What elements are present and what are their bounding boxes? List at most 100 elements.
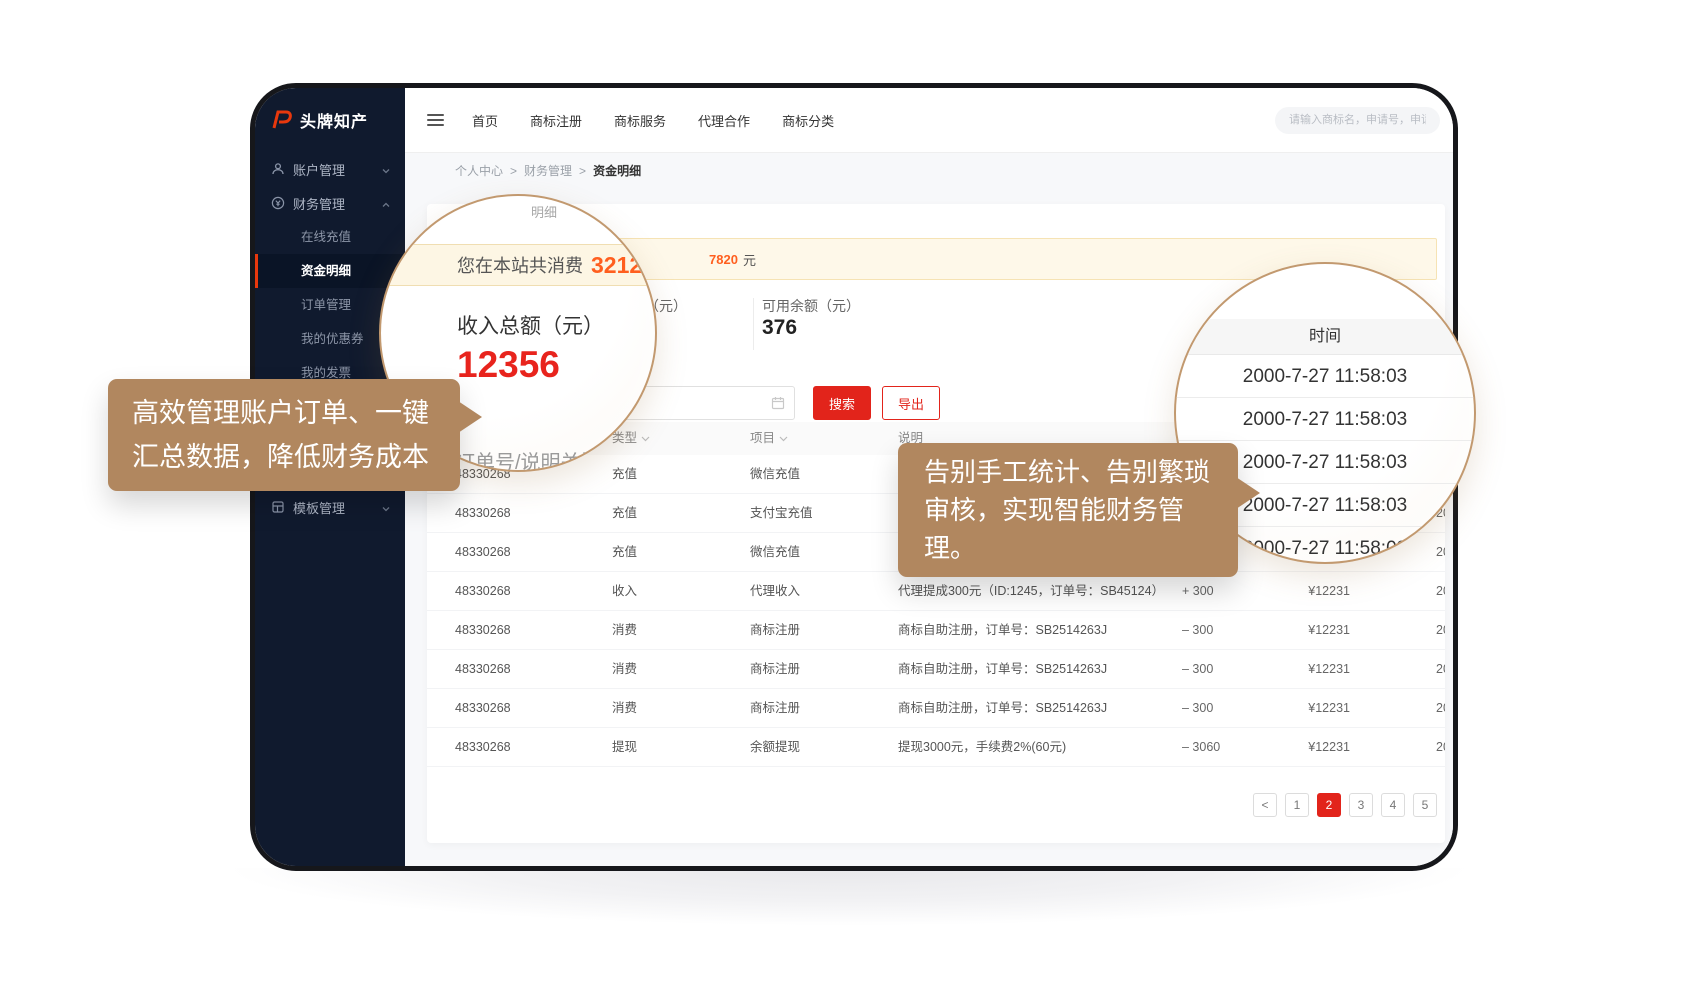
breadcrumb-item[interactable]: 个人中心 xyxy=(455,162,503,179)
lens-banner-text: 您在本站共消费 xyxy=(457,252,583,278)
pagination-page-3[interactable]: 3 xyxy=(1349,793,1373,817)
lens-income-label: 收入总额（元） xyxy=(457,310,604,340)
tab-agency[interactable]: 代理合作 xyxy=(698,111,750,130)
pagination-page-4[interactable]: 4 xyxy=(1381,793,1405,817)
table-cell-type: 充值 xyxy=(612,455,750,493)
available-balance-value: 376 xyxy=(762,316,797,340)
header-project[interactable]: 项目 xyxy=(750,422,898,455)
chevron-up-icon xyxy=(381,198,391,208)
table-cell-project: 商标注册 xyxy=(750,650,898,688)
search-button[interactable]: 搜索 xyxy=(813,386,871,420)
sidebar-sub-label: 在线充值 xyxy=(301,230,351,244)
sidebar-item-label: 模板管理 xyxy=(293,498,373,517)
table-row: 48330268消费商标注册商标自助注册，订单号：SB2514263J– 300… xyxy=(427,689,1445,728)
lens-income-value: 12356 xyxy=(457,344,560,386)
stat-divider xyxy=(753,298,754,350)
export-button[interactable]: 导出 xyxy=(882,386,940,420)
template-icon xyxy=(271,500,285,514)
tooltip-left: 高效管理账户订单、一键 汇总数据，降低财务成本 xyxy=(108,379,460,491)
table-cell-time: 2000-7-27 11:58:03 xyxy=(1350,572,1445,610)
sidebar-sub-label: 订单管理 xyxy=(301,298,351,312)
tab-trademark-category[interactable]: 商标分类 xyxy=(782,111,834,130)
table-cell-amount: + 300 xyxy=(1160,572,1250,610)
finance-icon xyxy=(271,196,285,210)
sidebar-sub-label: 资金明细 xyxy=(301,264,351,278)
tooltip-line: 审核，实现智能财务管 xyxy=(924,491,1212,529)
pagination-page-5[interactable]: 5 xyxy=(1413,793,1437,817)
table-cell-amount: – 300 xyxy=(1160,689,1250,727)
lens-order-header: 订单号/说明关键词 xyxy=(455,446,621,472)
trademark-search-input[interactable] xyxy=(1275,107,1440,134)
calendar-icon[interactable] xyxy=(771,396,785,410)
header-type[interactable]: 类型 xyxy=(612,422,750,455)
tab-trademark-register[interactable]: 商标注册 xyxy=(530,111,582,130)
lens-time-header: 时间 xyxy=(1176,319,1474,355)
breadcrumb-separator: > xyxy=(510,164,517,178)
tab-home[interactable]: 首页 xyxy=(472,111,498,130)
pagination-prev-button[interactable]: < xyxy=(1253,793,1277,817)
table-cell-desc: 商标自助注册，订单号：SB2514263J xyxy=(898,650,1160,688)
pagination-page-2[interactable]: 2 xyxy=(1317,793,1341,817)
table-cell-order: 48330268 xyxy=(427,650,612,688)
tooltip-line: 告别手工统计、告别繁琐 xyxy=(924,453,1212,491)
table-cell-time: 2000-7-27 11:58:03 xyxy=(1350,611,1445,649)
pagination-page-1[interactable]: 1 xyxy=(1285,793,1309,817)
banner-unit: 元 xyxy=(743,250,756,269)
tooltip-right: 告别手工统计、告别繁琐 审核，实现智能财务管 理。 xyxy=(898,443,1238,577)
table-cell-order: 48330268 xyxy=(427,572,612,610)
page: 头牌知产 账户管理 财务管理 xyxy=(0,0,1696,1002)
sidebar-sub-label: 我的优惠券 xyxy=(301,332,364,346)
table-cell-project: 商标注册 xyxy=(750,689,898,727)
pagination: < 12345 xyxy=(427,793,1437,817)
table-cell-balance: ¥12231 xyxy=(1250,650,1350,688)
table-cell-project: 代理收入 xyxy=(750,572,898,610)
lens-tab-fragment: 明细 xyxy=(531,202,557,221)
table-cell-amount: – 3060 xyxy=(1160,728,1250,766)
table-cell-type: 收入 xyxy=(612,572,750,610)
table-cell-project: 微信充值 xyxy=(750,455,898,493)
table-cell-balance: ¥12231 xyxy=(1250,572,1350,610)
available-balance-label: 可用余额（元） xyxy=(762,296,860,316)
topnav-tabs: 首页 商标注册 商标服务 代理合作 商标分类 xyxy=(472,111,834,130)
table-cell-project: 商标注册 xyxy=(750,611,898,649)
sidebar-item-finance[interactable]: 财务管理 xyxy=(255,186,405,220)
breadcrumb-separator: > xyxy=(579,164,586,178)
table-cell-time: 2000-7-27 11:58:03 xyxy=(1350,728,1445,766)
table-cell-type: 提现 xyxy=(612,728,750,766)
table-cell-type: 消费 xyxy=(612,611,750,649)
table-row: 48330268消费商标注册商标自助注册，订单号：SB2514263J– 300… xyxy=(427,650,1445,689)
lens-time-row: 2000-7-27 11:58:03 xyxy=(1176,355,1474,398)
breadcrumb-item[interactable]: 财务管理 xyxy=(524,162,572,179)
table-cell-project: 微信充值 xyxy=(750,533,898,571)
table-row: 48330268消费商标注册商标自助注册，订单号：SB2514263J– 300… xyxy=(427,611,1445,650)
tooltip-line: 高效管理账户订单、一键 xyxy=(132,391,436,435)
table-cell-order: 48330268 xyxy=(427,533,612,571)
tooltip-line: 理。 xyxy=(924,529,1212,567)
sidebar-sub-label: 我的发票 xyxy=(301,366,351,380)
table-cell-balance: ¥12231 xyxy=(1250,611,1350,649)
chevron-down-icon xyxy=(381,502,391,512)
table-cell-amount: – 300 xyxy=(1160,611,1250,649)
chevron-down-icon xyxy=(779,422,788,428)
table-cell-desc: 提现3000元，手续费2%(60元) xyxy=(898,728,1160,766)
table-cell-type: 消费 xyxy=(612,650,750,688)
table-cell-project: 余额提现 xyxy=(750,728,898,766)
table-row: 48330268收入代理收入代理提成300元（ID:1245，订单号：SB451… xyxy=(427,572,1445,611)
table-cell-desc: 商标自助注册，订单号：SB2514263J xyxy=(898,689,1160,727)
sidebar-item-templates[interactable]: 模板管理 xyxy=(255,490,405,524)
logo: 头牌知产 xyxy=(255,88,405,152)
table-cell-balance: ¥12231 xyxy=(1250,728,1350,766)
logo-text: 头牌知产 xyxy=(300,108,368,132)
table-cell-amount: – 300 xyxy=(1160,650,1250,688)
sidebar-item-label: 账户管理 xyxy=(293,160,373,179)
user-icon xyxy=(271,162,285,176)
laptop-base xyxy=(84,868,1614,942)
chevron-down-icon xyxy=(381,164,391,174)
tab-trademark-service[interactable]: 商标服务 xyxy=(614,111,666,130)
hamburger-menu-icon[interactable] xyxy=(427,114,444,126)
sidebar-item-account[interactable]: 账户管理 xyxy=(255,152,405,186)
breadcrumb-item-current: 资金明细 xyxy=(593,162,641,179)
table-cell-type: 充值 xyxy=(612,494,750,532)
logo-icon xyxy=(271,109,293,131)
tooltip-line: 汇总数据，降低财务成本 xyxy=(132,435,436,479)
